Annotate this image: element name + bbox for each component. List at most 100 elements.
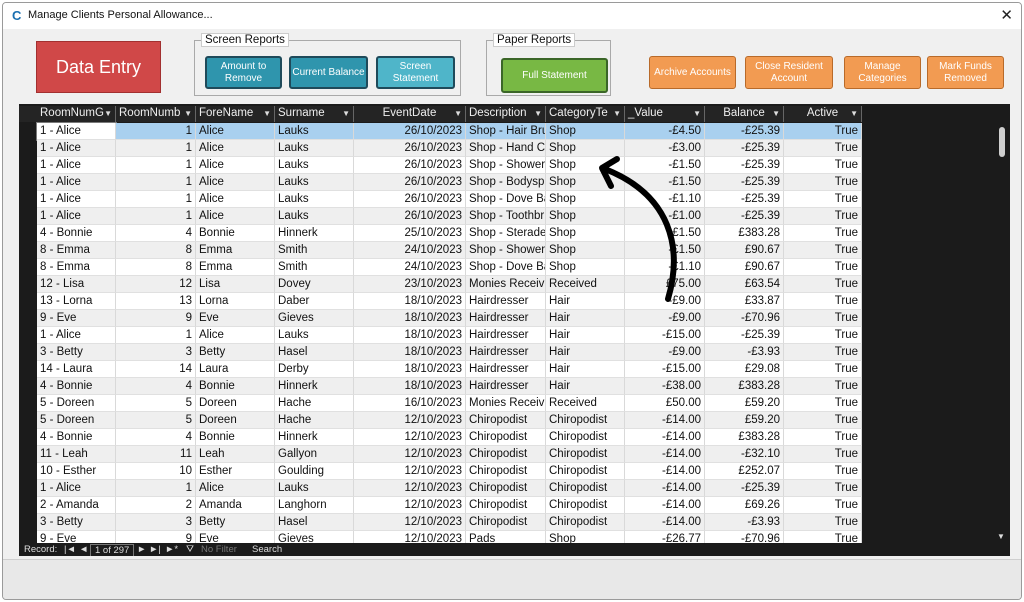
- surname-cell[interactable]: Langhorn: [275, 497, 354, 514]
- value-cell[interactable]: -£14.00: [625, 463, 705, 480]
- description-cell[interactable]: Shop - Shower: [466, 242, 546, 259]
- full-statement-button[interactable]: Full Statement: [501, 58, 608, 93]
- value-cell[interactable]: -£15.00: [625, 361, 705, 378]
- no-filter-indicator[interactable]: No Filter: [201, 544, 237, 555]
- balance-cell[interactable]: £29.08: [705, 361, 784, 378]
- description-cell[interactable]: Shop - Hair Bru: [466, 123, 546, 140]
- roomnumg-cell[interactable]: 4 - Bonnie: [37, 378, 116, 395]
- balance-cell[interactable]: -£25.39: [705, 208, 784, 225]
- balance-cell[interactable]: £383.28: [705, 225, 784, 242]
- description-cell[interactable]: Shop - Dove Ba: [466, 259, 546, 276]
- previous-record-icon[interactable]: ◄: [79, 544, 88, 555]
- roomnumg-cell[interactable]: 9 - Eve: [37, 310, 116, 327]
- surname-cell[interactable]: Lauks: [275, 327, 354, 344]
- description-cell[interactable]: Shop - Hand Cr: [466, 140, 546, 157]
- balance-cell[interactable]: £59.20: [705, 412, 784, 429]
- eventdate-cell[interactable]: 24/10/2023: [354, 242, 466, 259]
- forename-cell[interactable]: Lorna: [196, 293, 275, 310]
- value-cell[interactable]: -£14.00: [625, 412, 705, 429]
- record-selector[interactable]: [22, 278, 36, 292]
- balance-cell[interactable]: -£25.39: [705, 140, 784, 157]
- column-filter-icon[interactable]: ▼: [342, 106, 350, 121]
- eventdate-cell[interactable]: 26/10/2023: [354, 174, 466, 191]
- balance-cell[interactable]: £383.28: [705, 378, 784, 395]
- roomnumg-cell[interactable]: 13 - Lorna: [37, 293, 116, 310]
- roomnumg-cell[interactable]: 2 - Amanda: [37, 497, 116, 514]
- eventdate-cell[interactable]: 18/10/2023: [354, 310, 466, 327]
- category-cell[interactable]: Chiropodist: [546, 480, 625, 497]
- eventdate-cell[interactable]: 12/10/2023: [354, 429, 466, 446]
- forename-cell[interactable]: Betty: [196, 514, 275, 531]
- active-cell[interactable]: True: [784, 395, 862, 412]
- record-selector[interactable]: [22, 312, 36, 326]
- forename-cell[interactable]: Leah: [196, 446, 275, 463]
- description-cell[interactable]: Chiropodist: [466, 497, 546, 514]
- value-cell[interactable]: -£14.00: [625, 514, 705, 531]
- roomnumb-cell[interactable]: 3: [116, 344, 196, 361]
- roomnumb-cell[interactable]: 5: [116, 395, 196, 412]
- column-filter-icon[interactable]: ▼: [772, 106, 780, 121]
- record-selector[interactable]: [22, 414, 36, 428]
- roomnumg-cell[interactable]: 3 - Betty: [37, 344, 116, 361]
- category-cell[interactable]: Chiropodist: [546, 463, 625, 480]
- column-filter-icon[interactable]: ▼: [263, 106, 271, 121]
- category-cell[interactable]: Chiropodist: [546, 429, 625, 446]
- active-cell[interactable]: True: [784, 429, 862, 446]
- balance-cell[interactable]: £90.67: [705, 259, 784, 276]
- eventdate-cell[interactable]: 24/10/2023: [354, 259, 466, 276]
- active-cell[interactable]: True: [784, 191, 862, 208]
- record-selector[interactable]: [22, 125, 36, 139]
- roomnumg-cell[interactable]: 4 - Bonnie: [37, 429, 116, 446]
- active-cell[interactable]: True: [784, 140, 862, 157]
- active-cell[interactable]: True: [784, 276, 862, 293]
- category-cell[interactable]: Shop: [546, 123, 625, 140]
- roomnumg-cell[interactable]: 1 - Alice: [37, 191, 116, 208]
- eventdate-cell[interactable]: 23/10/2023: [354, 276, 466, 293]
- column-filter-icon[interactable]: ▼: [693, 106, 701, 121]
- roomnumg-cell[interactable]: 5 - Doreen: [37, 395, 116, 412]
- value-cell[interactable]: £50.00: [625, 395, 705, 412]
- surname-cell[interactable]: Lauks: [275, 140, 354, 157]
- roomnumg-cell[interactable]: 1 - Alice: [37, 157, 116, 174]
- active-cell[interactable]: True: [784, 378, 862, 395]
- search-field[interactable]: Search: [252, 544, 282, 555]
- record-selector[interactable]: [22, 380, 36, 394]
- category-cell[interactable]: Chiropodist: [546, 514, 625, 531]
- category-cell[interactable]: Hair: [546, 310, 625, 327]
- column-filter-icon[interactable]: ▼: [613, 106, 621, 121]
- roomnumb-cell[interactable]: 4: [116, 429, 196, 446]
- col-roomnumg-header[interactable]: RoomNumG ▼: [37, 106, 116, 122]
- description-cell[interactable]: Chiropodist: [466, 412, 546, 429]
- record-selector[interactable]: [22, 329, 36, 343]
- description-cell[interactable]: Monies Receiv: [466, 395, 546, 412]
- value-cell[interactable]: -£14.00: [625, 429, 705, 446]
- active-cell[interactable]: True: [784, 208, 862, 225]
- description-cell[interactable]: Chiropodist: [466, 463, 546, 480]
- forename-cell[interactable]: Alice: [196, 140, 275, 157]
- balance-cell[interactable]: -£25.39: [705, 174, 784, 191]
- active-cell[interactable]: True: [784, 310, 862, 327]
- roomnumb-cell[interactable]: 4: [116, 225, 196, 242]
- record-position-field[interactable]: 1 of 297: [90, 544, 135, 556]
- balance-cell[interactable]: £90.67: [705, 242, 784, 259]
- eventdate-cell[interactable]: 26/10/2023: [354, 157, 466, 174]
- balance-cell[interactable]: £63.54: [705, 276, 784, 293]
- forename-cell[interactable]: Emma: [196, 242, 275, 259]
- surname-cell[interactable]: Hasel: [275, 344, 354, 361]
- roomnumb-cell[interactable]: 1: [116, 208, 196, 225]
- description-cell[interactable]: Hairdresser: [466, 361, 546, 378]
- next-record-icon[interactable]: ►: [137, 544, 146, 555]
- record-selector[interactable]: [22, 193, 36, 207]
- active-cell[interactable]: True: [784, 327, 862, 344]
- roomnumb-cell[interactable]: 2: [116, 497, 196, 514]
- col-category-header[interactable]: CategoryTe ▼: [546, 106, 625, 122]
- record-selector[interactable]: [22, 176, 36, 190]
- surname-cell[interactable]: Daber: [275, 293, 354, 310]
- balance-cell[interactable]: £59.20: [705, 395, 784, 412]
- balance-cell[interactable]: -£3.93: [705, 514, 784, 531]
- last-record-icon[interactable]: ►|: [149, 544, 161, 555]
- balance-cell[interactable]: £33.87: [705, 293, 784, 310]
- surname-cell[interactable]: Gallyon: [275, 446, 354, 463]
- active-cell[interactable]: True: [784, 463, 862, 480]
- record-selector[interactable]: [22, 159, 36, 173]
